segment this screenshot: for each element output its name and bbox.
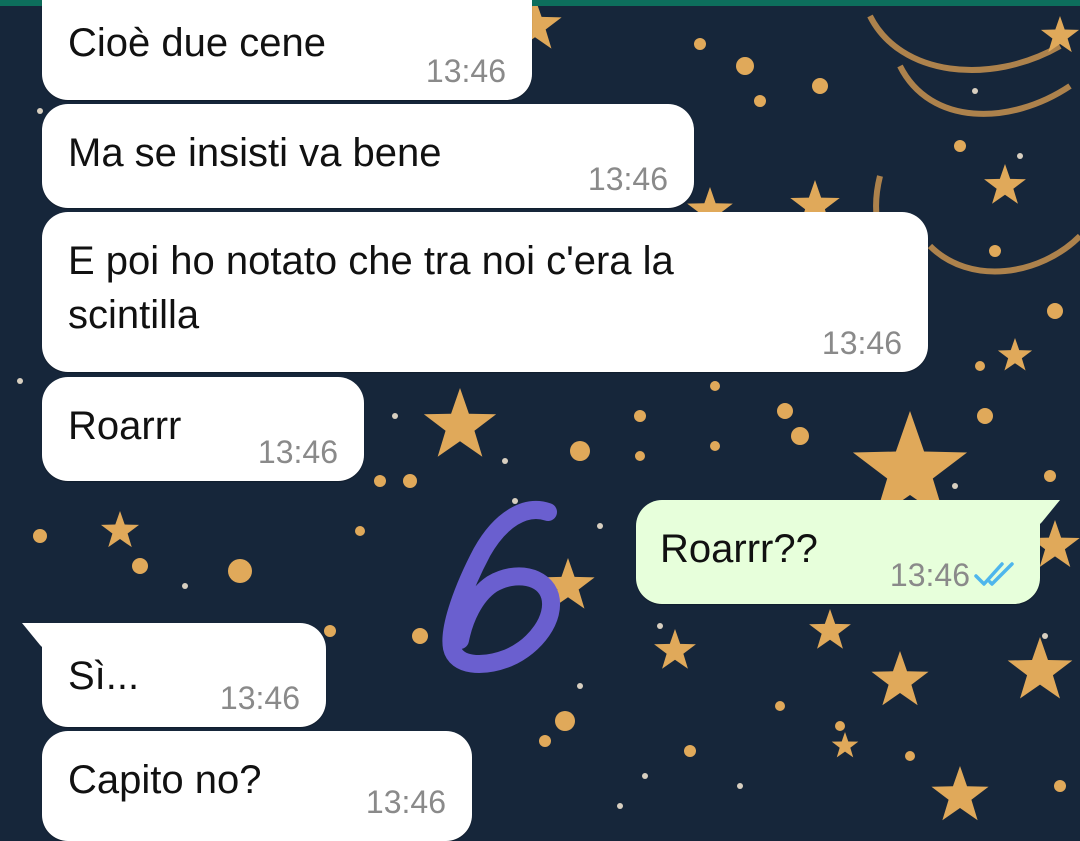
- message-bubble-incoming[interactable]: Capito no? 13:46: [42, 731, 472, 841]
- message-timestamp: 13:46: [889, 557, 970, 593]
- message-text: Sì...: [68, 654, 140, 698]
- message-bubble-incoming[interactable]: Sì... 13:46: [22, 623, 326, 727]
- message-bubble-incoming[interactable]: E poi ho notato che tra noi c'era la sci…: [42, 212, 928, 372]
- message-bubble-incoming[interactable]: Roarrr 13:46: [42, 377, 364, 481]
- bubble-tail: [22, 623, 62, 653]
- message-text: E poi ho notato che tra noi c'era la sci…: [68, 239, 674, 337]
- message-text: Cioè due cene: [68, 21, 326, 65]
- message-text: Capito no?: [68, 758, 262, 802]
- message-text: Ma se insisti va bene: [68, 131, 442, 175]
- message-bubble-incoming[interactable]: Cioè due cene 13:46: [42, 0, 532, 100]
- message-timestamp: 13:46: [821, 325, 902, 361]
- double-check-icon: [974, 562, 1014, 586]
- message-timestamp: 13:46: [587, 161, 668, 197]
- bubble-tail: [1020, 500, 1060, 530]
- message-timestamp: 13:46: [425, 53, 506, 89]
- message-text: Roarrr??: [660, 527, 818, 571]
- message-timestamp: 13:46: [257, 434, 338, 470]
- message-timestamp: 13:46: [219, 680, 300, 716]
- message-timestamp: 13:46: [365, 784, 446, 820]
- message-text: Roarrr: [68, 404, 182, 448]
- message-bubble-incoming[interactable]: Ma se insisti va bene 13:46: [42, 104, 694, 208]
- message-bubble-outgoing[interactable]: Roarrr?? 13:46: [636, 500, 1060, 604]
- handwritten-six-annotation: [442, 501, 561, 673]
